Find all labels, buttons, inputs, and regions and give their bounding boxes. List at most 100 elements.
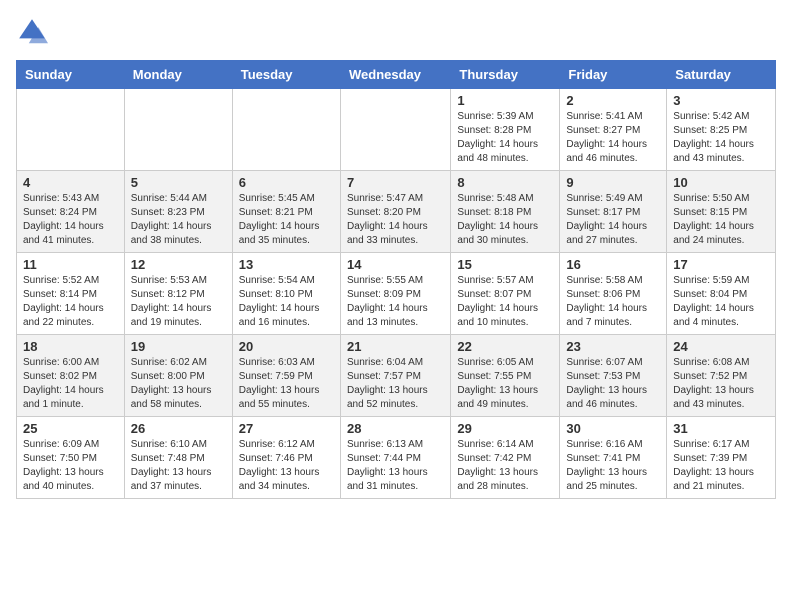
week-row-5: 25 Sunrise: 6:09 AM Sunset: 7:50 PM Dayli… <box>17 417 776 499</box>
day-number: 19 <box>131 339 226 354</box>
day-content: Sunrise: 5:43 AM Sunset: 8:24 PM Dayligh… <box>23 192 118 248</box>
day-number: 21 <box>347 339 444 354</box>
day-number: 2 <box>566 93 660 108</box>
day-content: Sunrise: 5:47 AM Sunset: 8:20 PM Dayligh… <box>347 192 444 248</box>
day-content: Sunrise: 5:50 AM Sunset: 8:15 PM Dayligh… <box>673 192 769 248</box>
day-cell: 15 Sunrise: 5:57 AM Sunset: 8:07 PM Dayli… <box>451 253 560 335</box>
day-number: 30 <box>566 421 660 436</box>
day-cell: 29Sunrise: 6:14 AM Sunset: 7:42 PM Dayli… <box>451 417 560 499</box>
header-cell-sunday: Sunday <box>17 61 125 89</box>
day-number: 8 <box>457 175 553 190</box>
day-cell: 16 Sunrise: 5:58 AM Sunset: 8:06 PM Dayli… <box>560 253 667 335</box>
day-number: 9 <box>566 175 660 190</box>
day-number: 16 <box>566 257 660 272</box>
day-number: 18 <box>23 339 118 354</box>
day-cell: 31 Sunrise: 6:17 AM Sunset: 7:39 PM Dayli… <box>667 417 776 499</box>
day-cell: 7 Sunrise: 5:47 AM Sunset: 8:20 PM Daylig… <box>340 171 450 253</box>
day-number: 17 <box>673 257 769 272</box>
day-cell: 9 Sunrise: 5:49 AM Sunset: 8:17 PM Daylig… <box>560 171 667 253</box>
day-number: 22 <box>457 339 553 354</box>
day-content: Sunrise: 5:59 AM Sunset: 8:04 PM Dayligh… <box>673 274 769 330</box>
day-cell: 18 Sunrise: 6:00 AM Sunset: 8:02 PM Dayli… <box>17 335 125 417</box>
day-number: 26 <box>131 421 226 436</box>
day-content: Sunrise: 5:49 AM Sunset: 8:17 PM Dayligh… <box>566 192 660 248</box>
day-number: 25 <box>23 421 118 436</box>
day-cell: 13 Sunrise: 5:54 AM Sunset: 8:10 PM Dayli… <box>232 253 340 335</box>
day-cell: 25 Sunrise: 6:09 AM Sunset: 7:50 PM Dayli… <box>17 417 125 499</box>
day-content: Sunrise: 6:00 AM Sunset: 8:02 PM Dayligh… <box>23 356 118 412</box>
day-cell: 4Sunrise: 5:43 AM Sunset: 8:24 PM Daylig… <box>17 171 125 253</box>
day-content: Sunrise: 5:39 AM Sunset: 8:28 PM Dayligh… <box>457 110 553 166</box>
day-number: 5 <box>131 175 226 190</box>
day-number: 13 <box>239 257 334 272</box>
day-number: 3 <box>673 93 769 108</box>
day-content: Sunrise: 6:09 AM Sunset: 7:50 PM Dayligh… <box>23 438 118 494</box>
day-number: 11 <box>23 257 118 272</box>
day-cell: 2 Sunrise: 5:41 AM Sunset: 8:27 PM Daylig… <box>560 89 667 171</box>
header-cell-wednesday: Wednesday <box>340 61 450 89</box>
day-cell: 3 Sunrise: 5:42 AM Sunset: 8:25 PM Daylig… <box>667 89 776 171</box>
day-content: Sunrise: 5:45 AM Sunset: 8:21 PM Dayligh… <box>239 192 334 248</box>
week-row-1: 1 Sunrise: 5:39 AM Sunset: 8:28 PM Daylig… <box>17 89 776 171</box>
week-row-2: 4Sunrise: 5:43 AM Sunset: 8:24 PM Daylig… <box>17 171 776 253</box>
day-cell: 6 Sunrise: 5:45 AM Sunset: 8:21 PM Daylig… <box>232 171 340 253</box>
day-content: Sunrise: 6:02 AM Sunset: 8:00 PM Dayligh… <box>131 356 226 412</box>
day-content: Sunrise: 6:12 AM Sunset: 7:46 PM Dayligh… <box>239 438 334 494</box>
day-content: Sunrise: 5:44 AM Sunset: 8:23 PM Dayligh… <box>131 192 226 248</box>
week-row-4: 18 Sunrise: 6:00 AM Sunset: 8:02 PM Dayli… <box>17 335 776 417</box>
day-content: Sunrise: 6:08 AM Sunset: 7:52 PM Dayligh… <box>673 356 769 412</box>
day-number: 20 <box>239 339 334 354</box>
header-cell-tuesday: Tuesday <box>232 61 340 89</box>
day-content: Sunrise: 6:16 AM Sunset: 7:41 PM Dayligh… <box>566 438 660 494</box>
day-cell: 12 Sunrise: 5:53 AM Sunset: 8:12 PM Dayli… <box>124 253 232 335</box>
day-content: Sunrise: 6:14 AM Sunset: 7:42 PM Dayligh… <box>457 438 553 494</box>
day-cell: 30 Sunrise: 6:16 AM Sunset: 7:41 PM Dayli… <box>560 417 667 499</box>
day-cell <box>124 89 232 171</box>
day-content: Sunrise: 5:54 AM Sunset: 8:10 PM Dayligh… <box>239 274 334 330</box>
day-content: Sunrise: 6:04 AM Sunset: 7:57 PM Dayligh… <box>347 356 444 412</box>
week-row-3: 11 Sunrise: 5:52 AM Sunset: 8:14 PM Dayli… <box>17 253 776 335</box>
day-number: 1 <box>457 93 553 108</box>
header-row: SundayMondayTuesdayWednesdayThursdayFrid… <box>17 61 776 89</box>
day-number: 7 <box>347 175 444 190</box>
header-cell-friday: Friday <box>560 61 667 89</box>
day-content: Sunrise: 6:03 AM Sunset: 7:59 PM Dayligh… <box>239 356 334 412</box>
day-number: 31 <box>673 421 769 436</box>
day-number: 15 <box>457 257 553 272</box>
day-number: 14 <box>347 257 444 272</box>
day-cell <box>17 89 125 171</box>
day-content: Sunrise: 5:42 AM Sunset: 8:25 PM Dayligh… <box>673 110 769 166</box>
day-cell <box>340 89 450 171</box>
day-content: Sunrise: 6:07 AM Sunset: 7:53 PM Dayligh… <box>566 356 660 412</box>
day-number: 24 <box>673 339 769 354</box>
day-number: 12 <box>131 257 226 272</box>
calendar: SundayMondayTuesdayWednesdayThursdayFrid… <box>16 60 776 499</box>
day-number: 6 <box>239 175 334 190</box>
day-content: Sunrise: 5:41 AM Sunset: 8:27 PM Dayligh… <box>566 110 660 166</box>
day-cell: 21 Sunrise: 6:04 AM Sunset: 7:57 PM Dayli… <box>340 335 450 417</box>
day-number: 10 <box>673 175 769 190</box>
day-number: 28 <box>347 421 444 436</box>
page-header <box>16 16 776 48</box>
logo <box>16 16 52 48</box>
day-cell: 28Sunrise: 6:13 AM Sunset: 7:44 PM Dayli… <box>340 417 450 499</box>
day-content: Sunrise: 6:10 AM Sunset: 7:48 PM Dayligh… <box>131 438 226 494</box>
day-content: Sunrise: 6:17 AM Sunset: 7:39 PM Dayligh… <box>673 438 769 494</box>
day-content: Sunrise: 5:57 AM Sunset: 8:07 PM Dayligh… <box>457 274 553 330</box>
day-cell: 11 Sunrise: 5:52 AM Sunset: 8:14 PM Dayli… <box>17 253 125 335</box>
day-content: Sunrise: 5:58 AM Sunset: 8:06 PM Dayligh… <box>566 274 660 330</box>
day-content: Sunrise: 6:05 AM Sunset: 7:55 PM Dayligh… <box>457 356 553 412</box>
day-cell: 20 Sunrise: 6:03 AM Sunset: 7:59 PM Dayli… <box>232 335 340 417</box>
day-content: Sunrise: 5:55 AM Sunset: 8:09 PM Dayligh… <box>347 274 444 330</box>
day-cell: 19 Sunrise: 6:02 AM Sunset: 8:00 PM Dayli… <box>124 335 232 417</box>
day-cell: 22 Sunrise: 6:05 AM Sunset: 7:55 PM Dayli… <box>451 335 560 417</box>
header-cell-monday: Monday <box>124 61 232 89</box>
day-cell: 8 Sunrise: 5:48 AM Sunset: 8:18 PM Daylig… <box>451 171 560 253</box>
day-cell: 26 Sunrise: 6:10 AM Sunset: 7:48 PM Dayli… <box>124 417 232 499</box>
day-content: Sunrise: 5:52 AM Sunset: 8:14 PM Dayligh… <box>23 274 118 330</box>
day-content: Sunrise: 5:48 AM Sunset: 8:18 PM Dayligh… <box>457 192 553 248</box>
day-content: Sunrise: 5:53 AM Sunset: 8:12 PM Dayligh… <box>131 274 226 330</box>
day-cell <box>232 89 340 171</box>
header-cell-saturday: Saturday <box>667 61 776 89</box>
day-cell: 27Sunrise: 6:12 AM Sunset: 7:46 PM Dayli… <box>232 417 340 499</box>
